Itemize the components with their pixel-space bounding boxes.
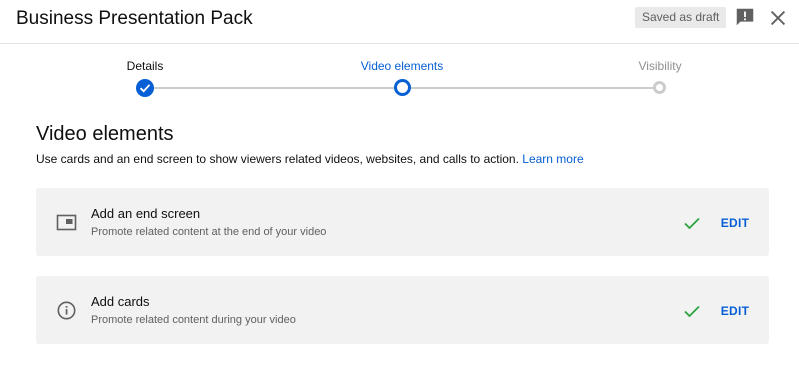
check-icon bbox=[682, 301, 702, 321]
check-icon bbox=[682, 213, 702, 233]
step-video-elements-dot[interactable] bbox=[394, 79, 411, 96]
step-visibility-dot[interactable] bbox=[653, 81, 666, 94]
learn-more-link[interactable]: Learn more bbox=[522, 152, 583, 166]
section-title: Video elements bbox=[36, 123, 174, 145]
step-connector-done bbox=[152, 87, 396, 89]
end-screen-edit-button[interactable]: EDIT bbox=[716, 212, 754, 234]
feedback-icon bbox=[736, 8, 754, 26]
step-details-dot[interactable] bbox=[136, 79, 154, 97]
draft-status-badge: Saved as draft bbox=[635, 7, 727, 28]
step-details-label[interactable]: Details bbox=[127, 58, 164, 74]
cards-subtitle: Promote related content during your vide… bbox=[91, 314, 296, 326]
feedback-button[interactable] bbox=[734, 6, 756, 28]
step-connector-upcoming bbox=[409, 87, 655, 89]
end-screen-card[interactable]: Add an end screen Promote related conten… bbox=[36, 188, 769, 256]
section-description: Use cards and an end screen to show view… bbox=[36, 151, 584, 167]
close-button[interactable] bbox=[767, 7, 789, 29]
end-screen-title: Add an end screen bbox=[91, 206, 201, 221]
step-video-elements-label[interactable]: Video elements bbox=[361, 58, 444, 74]
end-screen-icon bbox=[56, 212, 77, 233]
end-screen-subtitle: Promote related content at the end of yo… bbox=[91, 226, 327, 238]
cards-card[interactable]: Add cards Promote related content during… bbox=[36, 276, 769, 344]
cards-edit-button[interactable]: EDIT bbox=[716, 300, 754, 322]
section-description-text: Use cards and an end screen to show view… bbox=[36, 152, 519, 166]
close-icon bbox=[770, 10, 786, 26]
video-title: Business Presentation Pack bbox=[16, 8, 253, 29]
dialog-header: Business Presentation Pack Saved as draf… bbox=[0, 0, 799, 44]
cards-title: Add cards bbox=[91, 294, 150, 309]
info-icon bbox=[56, 300, 77, 321]
step-visibility-label[interactable]: Visibility bbox=[638, 58, 681, 74]
checkmark-icon bbox=[139, 84, 151, 93]
upload-stepper: Details Video elements Visibility bbox=[0, 44, 799, 108]
